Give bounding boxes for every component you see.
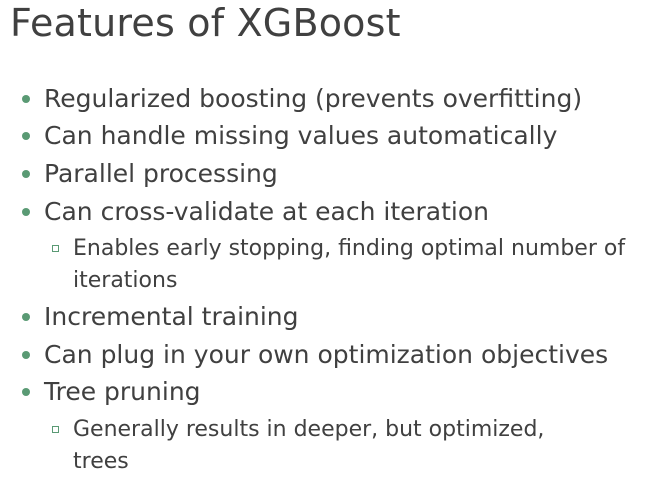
bullet-dot-icon [22,208,30,216]
sub-bullet-square-icon [52,245,59,252]
bullet-dot-icon [22,388,30,396]
bullet-text: Can handle missing values automatically [44,121,558,150]
bullet-list: Regularized boosting (prevents overfitti… [0,0,653,485]
bullet-dot-icon [22,132,30,140]
bullet-dot-icon [22,351,30,359]
bullet-text: Can cross-validate at each iteration [44,197,489,226]
bullet-text: Regularized boosting (prevents overfitti… [44,84,583,113]
bullet-dot-icon [22,170,30,178]
bullet-dot-icon [22,313,30,321]
bullet-text: Can plug in your own optimization object… [44,340,609,369]
sub-bullet-text: Generally results in deeper, but optimiz… [73,417,545,474]
bullet-text: Tree pruning [44,377,201,406]
bullet-text: Parallel processing [44,159,278,188]
sub-bullet-square-icon [52,426,59,433]
bullet-dot-icon [22,95,30,103]
slide: Features of XGBoost Regularized boosting… [0,0,653,485]
sub-bullet-text: Enables early stopping, finding optimal … [73,236,626,293]
bullet-text: Incremental training [44,302,299,331]
